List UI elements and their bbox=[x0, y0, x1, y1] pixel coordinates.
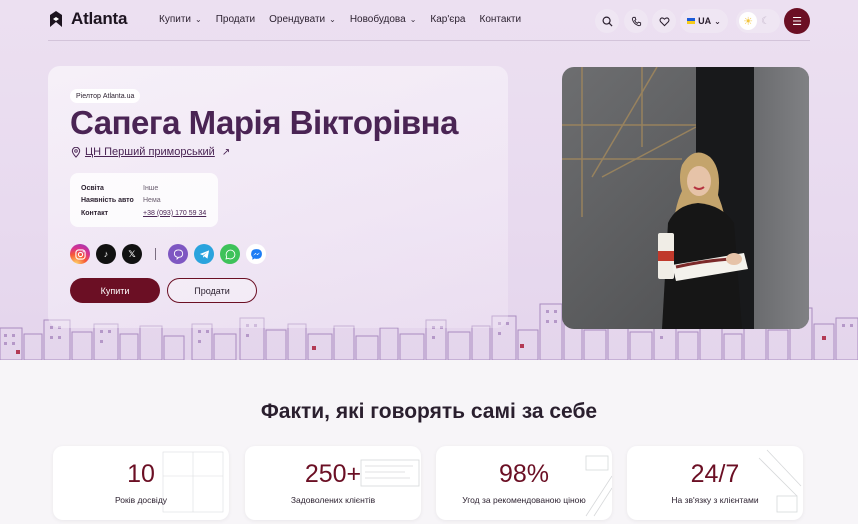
detail-key: Контакт bbox=[81, 209, 109, 217]
phone-icon bbox=[631, 16, 641, 26]
detail-value: Нема bbox=[143, 197, 161, 205]
menu-button[interactable]: ☰ bbox=[784, 8, 810, 34]
nav-career[interactable]: Кар'єра bbox=[430, 14, 465, 25]
social-links: ♪ 𝕏 bbox=[70, 244, 272, 264]
fact-value: 250+ bbox=[304, 460, 362, 488]
nav-label: Орендувати bbox=[269, 14, 326, 25]
fact-value: 24/7 bbox=[690, 460, 740, 488]
logo-icon bbox=[50, 11, 62, 27]
search-icon bbox=[602, 16, 613, 27]
facts-title: Факти, які говорять самі за себе bbox=[260, 400, 598, 423]
sell-button[interactable]: Продати bbox=[167, 278, 257, 303]
fact-value: 10 bbox=[127, 460, 155, 488]
header-divider bbox=[48, 40, 810, 41]
nav-rent[interactable]: Орендувати ⌄ bbox=[269, 14, 336, 25]
fact-card: 250+ Задоволених клієнтів bbox=[245, 446, 421, 520]
theme-toggle[interactable]: ☀ ☾ bbox=[736, 9, 780, 33]
social-divider bbox=[155, 248, 156, 260]
chevron-down-icon: ⌄ bbox=[409, 15, 417, 24]
realtor-photo bbox=[562, 67, 809, 329]
chevron-down-icon: ⌄ bbox=[195, 15, 202, 24]
favorites-button[interactable] bbox=[652, 9, 676, 33]
tiktok-icon[interactable]: ♪ bbox=[96, 244, 116, 264]
fact-card: 10 Років досвіду bbox=[53, 446, 229, 520]
office-link[interactable]: ЦН Перший приморський ↗ bbox=[71, 146, 230, 158]
role-badge: Ріелтор Atlanta.ua bbox=[70, 89, 141, 103]
viber-icon[interactable] bbox=[168, 244, 188, 264]
fact-label: Років досвіду bbox=[114, 495, 168, 505]
chevron-down-icon: ⌄ bbox=[329, 15, 336, 24]
realtor-name: Сапега Марія Вікторівна bbox=[70, 104, 458, 141]
instagram-icon[interactable] bbox=[70, 244, 90, 264]
language-label: UA bbox=[698, 16, 712, 26]
nav-label: Кар'єра bbox=[430, 14, 466, 25]
realtor-figure bbox=[658, 152, 748, 329]
detail-row: Контакт +38 (093) 170 59 34 bbox=[81, 207, 207, 220]
detail-row: Наявність авто Нема bbox=[81, 195, 207, 208]
sun-icon[interactable]: ☀ bbox=[739, 12, 757, 30]
nav-sell[interactable]: Продати bbox=[216, 14, 255, 25]
details-card: Освіта Інше Наявність авто Нема Контакт … bbox=[70, 173, 218, 227]
search-button[interactable] bbox=[595, 9, 619, 33]
nav-label: Контакти bbox=[479, 14, 522, 25]
detail-row: Освіта Інше bbox=[81, 182, 207, 195]
wall-panel bbox=[754, 67, 809, 329]
fact-label: Угод за рекомендованою ціною bbox=[462, 495, 586, 505]
buy-button[interactable]: Купити bbox=[70, 278, 160, 303]
detail-value: Інше bbox=[143, 184, 159, 192]
whatsapp-icon[interactable] bbox=[220, 244, 240, 264]
fact-card: 98% Угод за рекомендованою ціною bbox=[436, 446, 612, 520]
nav-contacts[interactable]: Контакти bbox=[480, 14, 522, 25]
chevron-down-icon: ⌄ bbox=[714, 16, 721, 26]
fact-label: Задоволених клієнтів bbox=[290, 495, 376, 505]
location-pin-icon bbox=[71, 146, 81, 158]
x-icon[interactable]: 𝕏 bbox=[122, 244, 142, 264]
telegram-icon[interactable] bbox=[194, 244, 214, 264]
nav-new-buildings[interactable]: Новобудова ⌄ bbox=[350, 14, 417, 25]
fact-value: 98% bbox=[498, 460, 550, 488]
heart-icon bbox=[659, 16, 669, 26]
phone-link[interactable]: +38 (093) 170 59 34 bbox=[143, 210, 206, 217]
fact-card: 24/7 На зв'язку з клієнтами bbox=[627, 446, 803, 520]
phone-button[interactable] bbox=[624, 9, 648, 33]
nav-label: Новобудова bbox=[349, 14, 406, 25]
arrow-up-right-icon: ↗ bbox=[221, 146, 231, 158]
site-header: Atlanta Купити ⌄ Продати Орендувати ⌄ Но… bbox=[0, 0, 858, 41]
main-nav: Купити ⌄ Продати Орендувати ⌄ Новобудова… bbox=[159, 14, 535, 25]
office-name: ЦН Перший приморський bbox=[85, 146, 215, 158]
moon-icon[interactable]: ☾ bbox=[761, 16, 770, 27]
language-selector[interactable]: UA ⌄ bbox=[680, 9, 728, 33]
brand-name: Atlanta bbox=[71, 9, 128, 28]
hamburger-icon: ☰ bbox=[792, 15, 802, 28]
detail-key: Освіта bbox=[81, 184, 104, 192]
nav-buy[interactable]: Купити ⌄ bbox=[159, 14, 202, 25]
fact-label: На зв'язку з клієнтами bbox=[671, 495, 759, 505]
detail-key: Наявність авто bbox=[81, 197, 134, 205]
nav-label: Продати bbox=[215, 14, 256, 25]
nav-label: Купити bbox=[159, 14, 191, 25]
logo[interactable]: Atlanta bbox=[49, 9, 127, 29]
ukraine-flag-icon bbox=[687, 18, 696, 24]
messenger-icon[interactable] bbox=[246, 244, 266, 264]
